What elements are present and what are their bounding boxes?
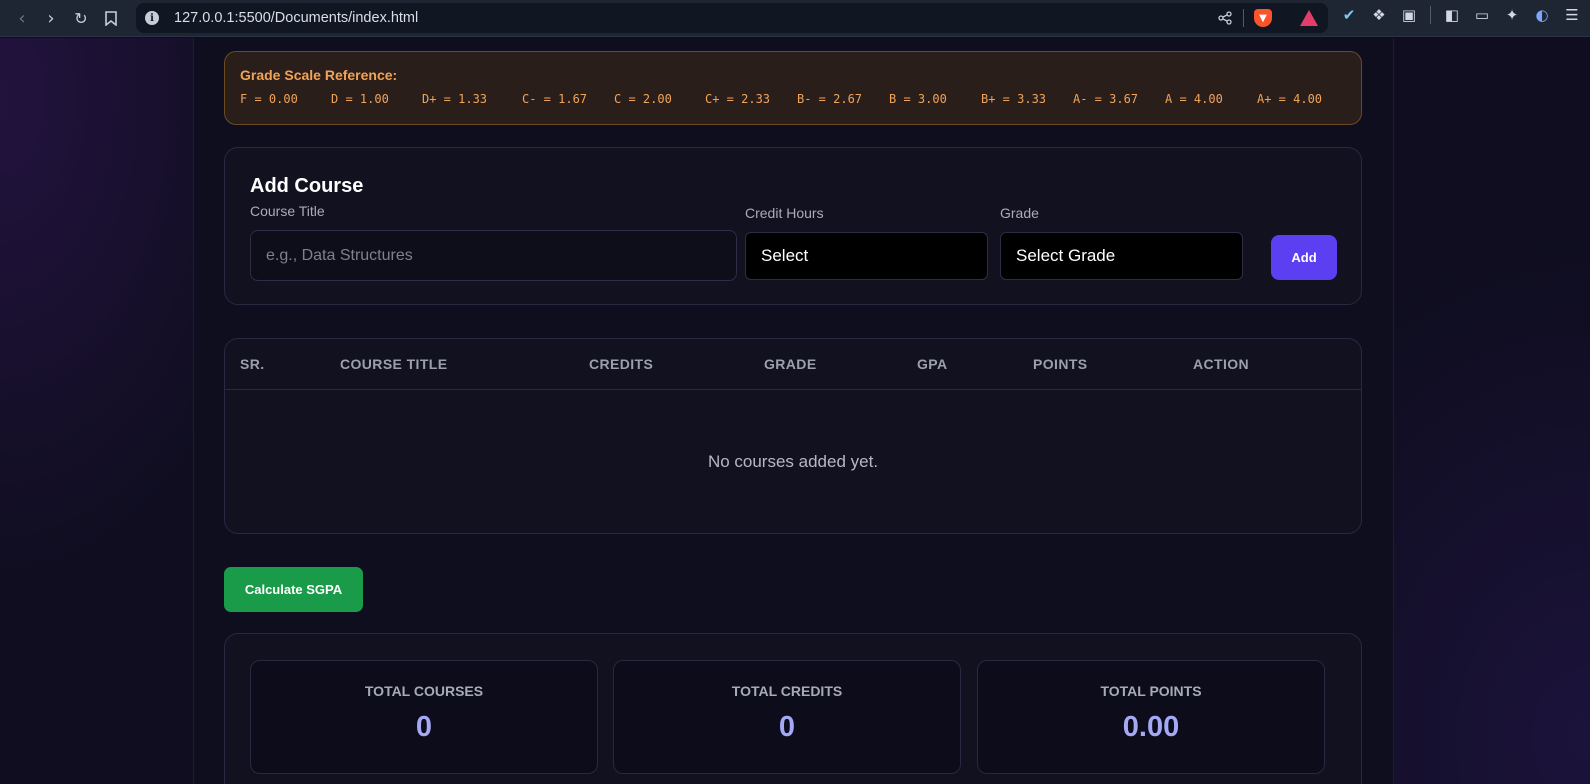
add-course-card: Add Course Course Title Credit Hours Sel… [224,147,1362,305]
grade-scale-item: D+ = 1.33 [422,92,488,106]
leo-ai-icon[interactable]: ✦ [1503,6,1521,24]
summary-card: TOTAL COURSES 0 TOTAL CREDITS 0 TOTAL PO… [224,633,1362,784]
grade-scale-item: F = 0.00 [240,92,298,106]
brave-rewards-icon[interactable] [1300,10,1318,26]
grade-scale-item: B- = 2.67 [797,92,863,106]
calculate-sgpa-button[interactable]: Calculate SGPA [224,567,363,612]
main-container: Grade Scale Reference: F = 0.00 D = 1.00… [193,38,1394,784]
column-header: COURSE TITLE [340,356,448,372]
site-info-icon[interactable]: i [145,11,159,25]
brave-shields-icon[interactable]: ▼ [1254,9,1272,27]
forward-icon[interactable]: › [36,3,66,33]
credit-hours-label: Credit Hours [745,205,824,221]
address-bar[interactable]: i 127.0.0.1:5500/Documents/index.html ▼ [136,3,1328,33]
url-text: 127.0.0.1:5500/Documents/index.html [174,10,419,26]
vpn-icon[interactable]: ◐ [1533,6,1551,24]
menu-icon[interactable]: ☰ [1563,6,1581,24]
grade-scale-list: F = 0.00 D = 1.00 D+ = 1.33 C- = 1.67 C … [240,92,1346,106]
grade-scale-item: B = 3.00 [889,92,947,106]
grade-scale-item: B+ = 3.33 [981,92,1047,106]
grade-scale-item: C- = 1.67 [522,92,588,106]
screenshot-icon[interactable]: ▣ [1400,6,1418,24]
divider [1243,9,1244,27]
wallet-icon[interactable]: ▭ [1473,6,1491,24]
credit-hours-select[interactable]: Select [745,232,988,280]
total-courses-value: 0 [415,711,433,743]
sidebar-icon[interactable]: ◧ [1443,6,1461,24]
total-credits-stat: TOTAL CREDITS 0 [613,660,961,774]
total-points-stat: TOTAL POINTS 0.00 [977,660,1325,774]
back-icon[interactable]: ‹ [7,3,37,33]
course-title-label: Course Title [250,203,325,219]
grade-scale-item: A = 4.00 [1165,92,1223,106]
grade-scale-item: A- = 3.67 [1073,92,1139,106]
column-header: GRADE [764,356,817,372]
total-credits-label: TOTAL CREDITS [731,683,843,699]
total-points-label: TOTAL POINTS [1100,683,1202,699]
add-course-title: Add Course [250,175,364,197]
reload-icon[interactable]: ↻ [66,3,96,33]
grade-scale-item: C = 2.00 [614,92,672,106]
total-courses-stat: TOTAL COURSES 0 [250,660,598,774]
bookmark-icon[interactable] [96,3,126,33]
courses-table: SR. COURSE TITLE CREDITS GRADE GPA POINT… [224,338,1362,534]
total-points-value: 0.00 [1122,711,1180,743]
course-title-input[interactable] [250,230,737,281]
table-header: SR. COURSE TITLE CREDITS GRADE GPA POINT… [225,339,1361,390]
empty-table-message: No courses added yet. [707,452,879,471]
grade-scale-item: A+ = 4.00 [1257,92,1323,106]
add-course-button[interactable]: Add [1271,235,1337,280]
column-header: ACTION [1193,356,1250,372]
grade-select[interactable]: Select Grade [1000,232,1243,280]
grade-scale-item: D = 1.00 [331,92,389,106]
column-header: CREDITS [589,356,654,372]
divider [1430,6,1431,24]
total-credits-value: 0 [778,711,796,743]
column-header: GPA [917,356,948,372]
grade-scale-item: C+ = 2.33 [705,92,771,106]
column-header: POINTS [1033,356,1088,372]
browser-toolbar: ‹ › ↻ i 127.0.0.1:5500/Documents/index.h… [0,0,1590,37]
column-header: SR. [240,356,265,372]
total-courses-label: TOTAL COURSES [364,683,484,699]
extensions-puzzle-icon[interactable]: ❖ [1370,6,1388,24]
extension-icon[interactable]: ✔ [1340,6,1358,24]
grade-scale-reference: Grade Scale Reference: F = 0.00 D = 1.00… [224,51,1362,125]
share-icon[interactable] [1217,10,1233,26]
grade-label: Grade [1000,205,1039,221]
grade-scale-title: Grade Scale Reference: [240,67,398,83]
